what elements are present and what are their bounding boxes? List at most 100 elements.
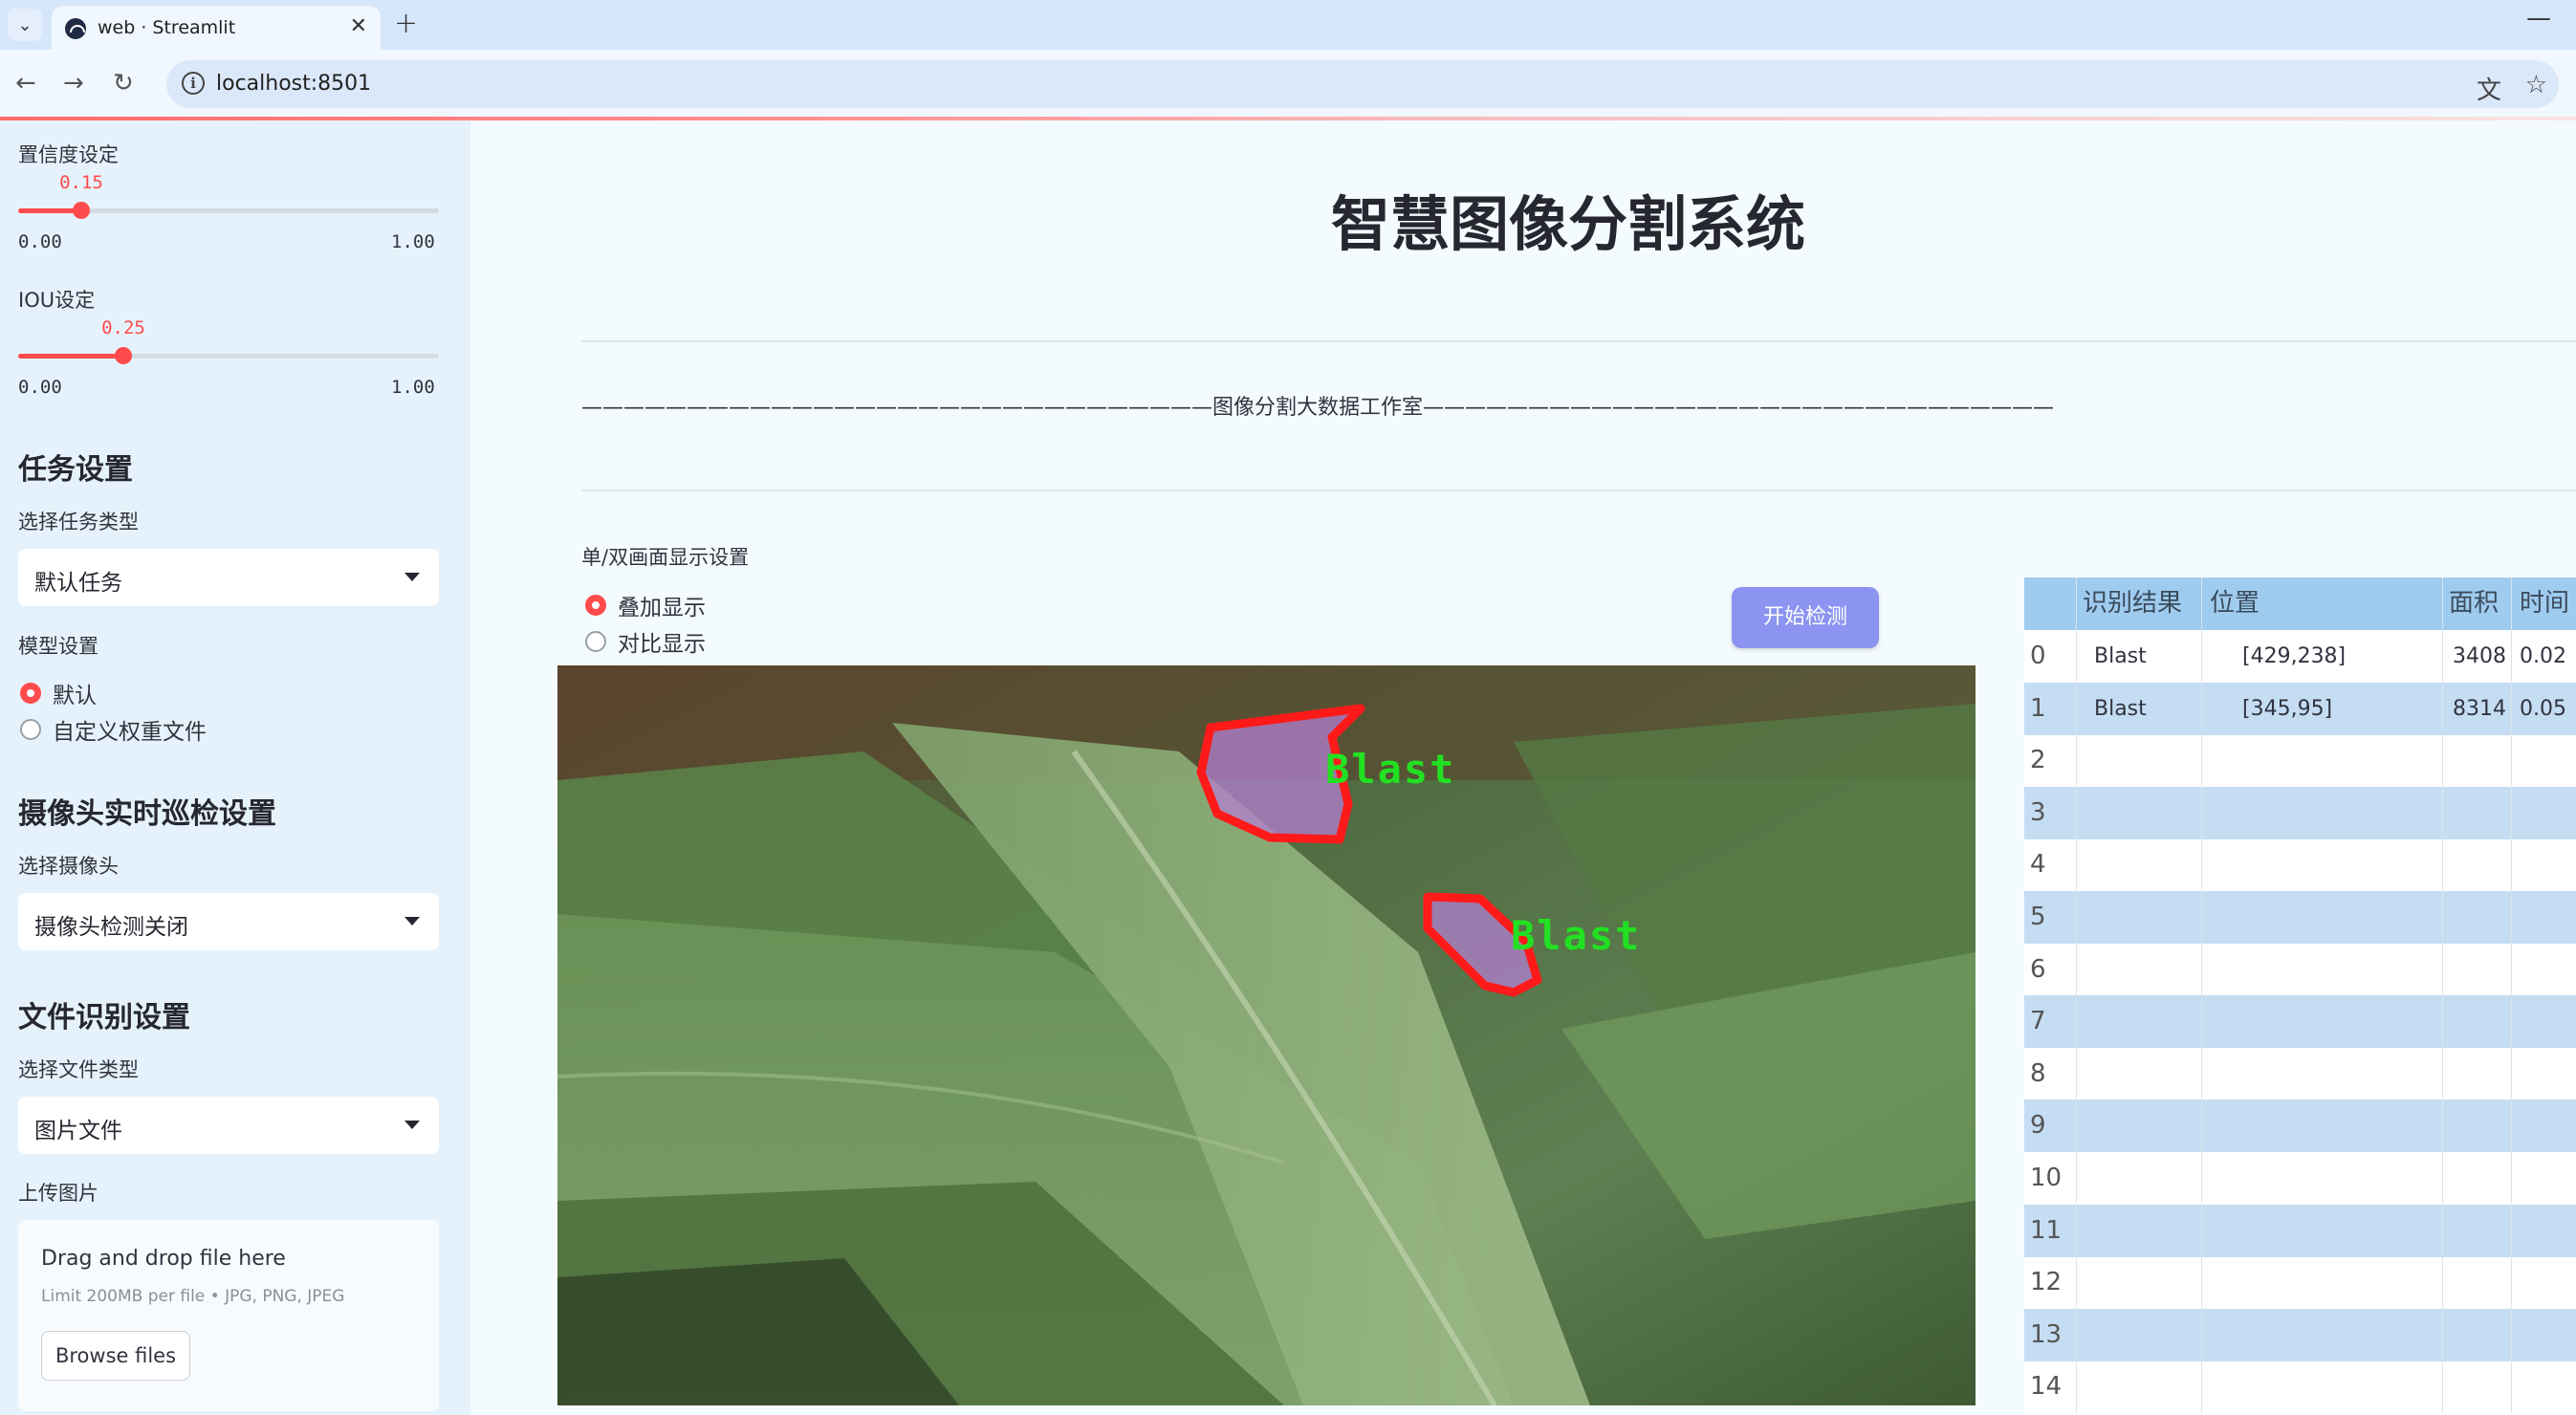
table-row[interactable]: 1 Blast [345,95] 8314 0.05	[2024, 682, 2576, 735]
reload-icon[interactable]: ↻	[113, 69, 134, 98]
forward-icon[interactable]: →	[63, 69, 84, 98]
camera-heading: 摄像头实时巡检设置	[18, 797, 276, 831]
cell-result	[2077, 838, 2202, 892]
table-row[interactable]: 10	[2024, 1152, 2576, 1205]
file-uploader-dropzone[interactable]: Drag and drop file here Limit 200MB per …	[18, 1220, 439, 1411]
table-row[interactable]: 0 Blast [429,238] 3408 0.02	[2024, 630, 2576, 683]
camera-select[interactable]: 摄像头检测关闭	[18, 893, 439, 950]
cell-position	[2202, 995, 2443, 1049]
table-row[interactable]: 5	[2024, 891, 2576, 944]
browser-tab[interactable]: web · Streamlit ✕	[52, 6, 381, 50]
cell-area	[2443, 1152, 2512, 1205]
minimize-icon[interactable]: —	[2526, 4, 2551, 33]
table-row[interactable]: 11	[2024, 1204, 2576, 1257]
upload-hint: Limit 200MB per file • JPG, PNG, JPEG	[41, 1287, 345, 1306]
column-header-time[interactable]: 时间	[2512, 577, 2576, 630]
star-icon[interactable]: ☆	[2525, 71, 2547, 99]
table-row[interactable]: 4	[2024, 838, 2576, 892]
table-row[interactable]: 14	[2024, 1361, 2576, 1414]
task-type-value: 默认任务	[34, 571, 122, 596]
cell-result	[2077, 734, 2202, 788]
file-heading: 文件识别设置	[18, 1001, 190, 1034]
back-icon[interactable]: ←	[15, 69, 36, 98]
row-index: 14	[2024, 1361, 2077, 1414]
row-index: 6	[2024, 943, 2077, 996]
column-header-area[interactable]: 面积	[2443, 577, 2512, 630]
cell-time	[2512, 995, 2576, 1048]
url-text[interactable]: localhost:8501	[216, 72, 371, 96]
browse-files-button[interactable]: Browse files	[41, 1331, 190, 1381]
task-type-select[interactable]: 默认任务	[18, 549, 439, 606]
tab-menu-icon[interactable]: ⌄	[8, 9, 42, 41]
iou-slider-thumb[interactable]	[115, 347, 132, 364]
cell-area	[2443, 1099, 2512, 1153]
cell-time: 0.02	[2512, 630, 2576, 683]
table-row[interactable]: 8	[2024, 1047, 2576, 1100]
cell-result	[2077, 891, 2202, 944]
row-index: 5	[2024, 891, 2077, 944]
model-option-default[interactable]: 默认	[20, 677, 97, 709]
translate-icon[interactable]: ⽂	[2477, 71, 2501, 106]
radio-icon[interactable]	[585, 595, 606, 616]
omnibox[interactable]: i localhost:8501 ⽂ ☆	[166, 60, 2559, 108]
studio-line: ——————————————————————————————图像分割大数据工作室…	[581, 396, 2055, 420]
table-row[interactable]: 13	[2024, 1308, 2576, 1361]
cell-position	[2202, 1361, 2443, 1414]
confidence-max: 1.00	[391, 231, 435, 252]
cell-position	[2202, 1308, 2443, 1361]
browser-tab-bar: ⌄ web · Streamlit ✕ + —	[0, 0, 2576, 50]
model-option-custom[interactable]: 自定义权重文件	[20, 713, 207, 746]
model-label: 模型设置	[18, 635, 98, 658]
radio-icon[interactable]	[20, 683, 41, 704]
table-row[interactable]: 12	[2024, 1256, 2576, 1310]
iou-slider[interactable]	[18, 347, 439, 364]
cell-time	[2512, 1048, 2576, 1100]
row-index: 13	[2024, 1308, 2077, 1361]
radio-icon[interactable]	[20, 719, 41, 740]
cell-area: 3408	[2443, 630, 2512, 683]
row-index: 10	[2024, 1152, 2077, 1205]
file-type-value: 图片文件	[34, 1119, 122, 1143]
display-option-compare[interactable]: 对比显示	[585, 625, 706, 658]
detection-label-1: Blast	[1511, 912, 1642, 959]
table-row[interactable]: 9	[2024, 1099, 2576, 1153]
file-type-select[interactable]: 图片文件	[18, 1097, 439, 1154]
close-icon[interactable]: ✕	[350, 14, 367, 38]
cell-position	[2202, 734, 2443, 788]
cell-result	[2077, 995, 2202, 1049]
table-row[interactable]: 7	[2024, 995, 2576, 1049]
cell-result	[2077, 1047, 2202, 1100]
column-header-position[interactable]: 位置	[2202, 577, 2443, 630]
display-option-overlay[interactable]: 叠加显示	[585, 589, 706, 621]
plus-icon[interactable]: +	[394, 7, 418, 40]
cell-result	[2077, 1099, 2202, 1153]
confidence-slider[interactable]	[18, 202, 439, 219]
cell-position	[2202, 943, 2443, 996]
column-header-result[interactable]: 识别结果	[2077, 577, 2202, 630]
table-row[interactable]: 6	[2024, 943, 2576, 996]
cell-time	[2512, 944, 2576, 996]
cell-position: [345,95]	[2202, 682, 2443, 735]
cell-area	[2443, 1047, 2512, 1100]
streamlit-favicon	[65, 18, 86, 39]
cell-position	[2202, 838, 2443, 892]
row-index: 3	[2024, 786, 2077, 839]
cell-time	[2512, 1256, 2576, 1309]
page-title: 智慧图像分割系统	[1331, 189, 1806, 259]
chevron-down-icon	[404, 573, 420, 581]
radio-icon[interactable]	[585, 631, 606, 652]
cell-result	[2077, 1256, 2202, 1310]
cell-result	[2077, 786, 2202, 839]
chevron-down-icon	[404, 1121, 420, 1129]
upload-title: Drag and drop file here	[41, 1247, 286, 1271]
confidence-slider-thumb[interactable]	[73, 202, 90, 219]
info-icon[interactable]: i	[182, 72, 205, 95]
table-row[interactable]: 3	[2024, 786, 2576, 839]
start-detection-button[interactable]: 开始检测	[1732, 587, 1879, 648]
iou-min: 0.00	[18, 377, 62, 398]
row-index: 7	[2024, 995, 2077, 1049]
cell-position	[2202, 1256, 2443, 1310]
table-row[interactable]: 2	[2024, 734, 2576, 788]
result-table[interactable]: 识别结果 位置 面积 时间 0 Blast [429,238] 3408 0.02 1 Bl…	[2024, 577, 2576, 1415]
model-option-label: 默认	[53, 684, 97, 708]
